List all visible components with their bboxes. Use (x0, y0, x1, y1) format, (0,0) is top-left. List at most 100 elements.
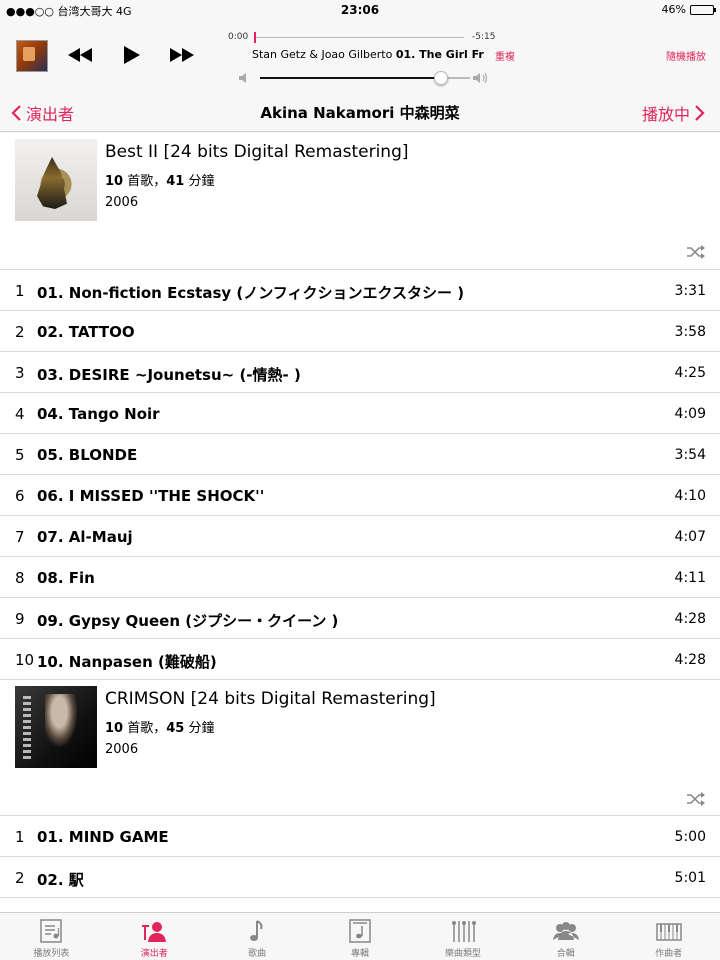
compilation-icon (552, 922, 579, 940)
album-list: Best II [24 bits Digital Remastering] 10… (0, 133, 720, 912)
track-title: 03. DESIRE ~Jounetsu~ (-情熱- ) (37, 366, 301, 384)
repeat-button[interactable]: 重複 (495, 48, 515, 63)
track-row[interactable]: 2 02. TATTOO 3:58 (0, 310, 720, 351)
track-title: 10. Nanpasen (難破船) (37, 653, 217, 671)
track-number: 1 (15, 282, 25, 300)
track-number: 3 (15, 364, 25, 382)
volume-slider[interactable] (238, 70, 490, 86)
track-title: 08. Fin (37, 569, 95, 587)
tab-label: 作曲者 (655, 949, 683, 959)
tab-playlists[interactable]: 播放列表 (0, 913, 103, 960)
track-number: 9 (15, 610, 25, 628)
fast-forward-button[interactable] (168, 44, 196, 66)
album-title: CRIMSON [24 bits Digital Remastering] (105, 689, 436, 709)
rewind-icon (68, 48, 92, 62)
song-count: 10 (105, 174, 124, 189)
track-number: 2 (15, 323, 25, 341)
tab-artists[interactable]: 演出者 (103, 913, 206, 960)
track-duration: 3:58 (674, 324, 706, 340)
track-duration: 4:10 (674, 488, 706, 504)
volume-high-icon (473, 72, 488, 84)
track-number: 1 (15, 828, 25, 846)
track-list: 1 01. MIND GAME 5:00 2 02. 駅 5:01 (0, 815, 720, 912)
album-meta: 10 首歌，41 分鐘 (105, 170, 214, 189)
track-row[interactable]: 3 03. DESIRE ~Jounetsu~ (-情熱- ) 4:25 (0, 351, 720, 392)
now-playing-button[interactable]: 播放中 (642, 101, 706, 125)
track-row[interactable]: 1 01. MIND GAME 5:00 (0, 815, 720, 856)
track-row[interactable]: 8 08. Fin 4:11 (0, 556, 720, 597)
album-minutes: 41 (166, 174, 185, 189)
minute-unit: 分鐘 (184, 174, 215, 189)
track-title: 02. TATTOO (37, 323, 135, 341)
track-row[interactable]: 2 02. 駅 5:01 (0, 856, 720, 897)
album-minutes: 45 (166, 721, 185, 736)
shuffle-icon[interactable] (686, 792, 706, 806)
progress-playhead[interactable] (254, 32, 256, 43)
now-playing-info: Stan Getz & Joao Gilberto 01. The Girl F… (252, 48, 484, 61)
track-title: 06. I MISSED ''THE SHOCK'' (37, 487, 265, 505)
volume-level (260, 77, 441, 79)
tab-label: 樂曲類型 (444, 949, 481, 959)
tab-bar: 播放列表 演出者 歌曲 專輯 樂曲類型 合輯 作曲者 (0, 912, 720, 960)
track-number: 5 (15, 446, 25, 464)
track-list: 1 01. Non-fiction Ecstasy (ノンフィクションエクスタシー… (0, 269, 720, 679)
tab-compilations[interactable]: 合輯 (514, 913, 617, 960)
album-year: 2006 (105, 195, 139, 210)
rewind-button[interactable] (66, 44, 94, 66)
tab-label: 演出者 (140, 949, 168, 959)
track-row[interactable]: 10 10. Nanpasen (難破船) 4:28 (0, 638, 720, 679)
album-cover[interactable] (15, 686, 97, 768)
volume-knob[interactable] (433, 71, 448, 85)
album-title: Best II [24 bits Digital Remastering] (105, 142, 409, 162)
track-row[interactable]: 4 04. Tango Noir 4:09 (0, 392, 720, 433)
page-title: Akina Nakamori 中森明菜 (260, 104, 460, 122)
tab-label: 專輯 (351, 949, 370, 959)
battery-icon (690, 4, 716, 15)
artist-icon (142, 922, 167, 942)
track-row[interactable]: 9 09. Gypsy Queen (ジプシー・クイーン ) 4:28 (0, 597, 720, 638)
elapsed-time: 0:00 (228, 32, 249, 42)
tab-genres[interactable]: 樂曲類型 (411, 913, 514, 960)
now-playing-label: 播放中 (641, 105, 690, 124)
play-button[interactable] (118, 44, 146, 66)
progress-scrubber[interactable] (254, 32, 464, 43)
track-title: 07. Al-Mauj (37, 528, 133, 546)
song-unit: 首歌， (123, 174, 167, 189)
album-icon (349, 919, 371, 943)
shuffle-button[interactable]: 隨機播放 (666, 48, 706, 63)
track-duration: 4:28 (674, 652, 706, 668)
now-playing-artwork[interactable] (16, 40, 48, 72)
volume-low-icon (239, 73, 246, 83)
tab-songs[interactable]: 歌曲 (206, 913, 309, 960)
track-row[interactable]: 7 07. Al-Mauj 4:07 (0, 515, 720, 556)
track-title: 01. Non-fiction Ecstasy (ノンフィクションエクスタシー … (37, 284, 465, 302)
minute-unit: 分鐘 (184, 721, 215, 736)
album-header: CRIMSON [24 bits Digital Remastering] 10… (0, 679, 720, 815)
remaining-time: -5:15 (472, 32, 496, 42)
genre-icon (451, 921, 476, 942)
tab-albums[interactable]: 專輯 (309, 913, 412, 960)
track-row[interactable]: 5 05. BLONDE 3:54 (0, 433, 720, 474)
track-duration: 5:01 (674, 870, 706, 886)
shuffle-icon[interactable] (686, 245, 706, 259)
track-row[interactable]: 1 01. Non-fiction Ecstasy (ノンフィクションエクスタシー… (0, 269, 720, 310)
track-number: 6 (15, 487, 25, 505)
now-playing-track: 01. The Girl Fr (395, 48, 484, 61)
track-duration: 4:25 (674, 365, 706, 381)
album-meta: 10 首歌，45 分鐘 (105, 717, 214, 736)
tab-composers[interactable]: 作曲者 (617, 913, 720, 960)
chevron-right-icon (695, 105, 705, 121)
status-bar: ●●●○○ 台湾大哥大 4G 23:06 46% (0, 0, 720, 20)
composer-icon (655, 923, 682, 941)
track-row[interactable]: 6 06. I MISSED ''THE SHOCK'' 4:10 (0, 474, 720, 515)
track-number: 4 (15, 405, 25, 423)
track-duration: 4:28 (674, 611, 706, 627)
tab-label: 播放列表 (33, 949, 70, 959)
track-title: 04. Tango Noir (37, 405, 160, 423)
track-title: 02. 駅 (37, 871, 84, 889)
track-title: 09. Gypsy Queen (ジプシー・クイーン ) (37, 612, 339, 630)
tab-label: 合輯 (556, 949, 575, 959)
track-row-partial[interactable] (0, 897, 720, 912)
album-header: Best II [24 bits Digital Remastering] 10… (0, 133, 720, 269)
album-cover[interactable] (15, 139, 97, 221)
